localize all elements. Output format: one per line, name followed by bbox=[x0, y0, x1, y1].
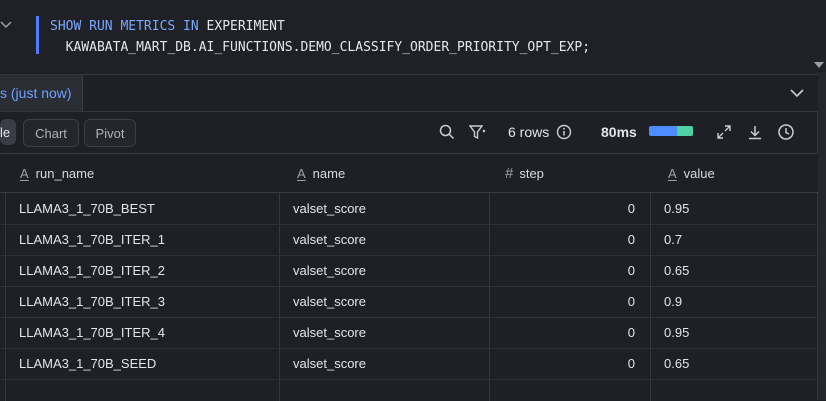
cell-step[interactable]: 0 bbox=[490, 193, 635, 224]
tab-chart[interactable]: Chart bbox=[23, 119, 79, 147]
chevron-down-icon[interactable] bbox=[790, 87, 804, 99]
cell-value[interactable]: 0.95 bbox=[664, 317, 689, 348]
cell-run-name[interactable]: LLAMA3_1_70B_ITER_4 bbox=[19, 317, 165, 348]
cell-name[interactable]: valset_score bbox=[293, 286, 366, 317]
active-statement-marker bbox=[36, 16, 39, 54]
cell-name[interactable]: valset_score bbox=[293, 255, 366, 286]
chevron-down-icon[interactable] bbox=[0, 16, 12, 32]
column-header-label: value bbox=[683, 165, 715, 181]
query-duration: 80ms bbox=[601, 124, 637, 140]
cell-value[interactable]: 0.65 bbox=[664, 348, 689, 379]
cell-run-name[interactable]: LLAMA3_1_70B_BEST bbox=[19, 193, 155, 224]
text-type-icon: A bbox=[297, 165, 306, 181]
cell-run-name[interactable]: LLAMA3_1_70B_ITER_1 bbox=[19, 224, 165, 255]
result-tab-label: s (just now) bbox=[0, 85, 72, 101]
results-header: s (just now) bbox=[0, 74, 818, 112]
sql-editor[interactable]: SHOW RUN METRICS IN EXPERIMENT KAWABATA_… bbox=[0, 0, 826, 70]
info-icon[interactable] bbox=[556, 124, 572, 140]
tab-pivot[interactable]: Pivot bbox=[84, 119, 136, 147]
table-header-row: A run_name A name # step A value bbox=[0, 154, 818, 193]
table-row[interactable]: LLAMA3_1_70B_ITER_3 valset_score 0 0.9 bbox=[0, 286, 818, 318]
result-tab[interactable]: s (just now) bbox=[0, 75, 83, 111]
tab-table-label: le bbox=[0, 124, 11, 140]
table-row[interactable]: LLAMA3_1_70B_ITER_1 valset_score 0 0.7 bbox=[0, 224, 818, 256]
cell-run-name[interactable]: LLAMA3_1_70B_SEED bbox=[19, 348, 156, 379]
rows-count: 6 rows bbox=[508, 124, 550, 140]
cell-run-name[interactable]: LLAMA3_1_70B_ITER_2 bbox=[19, 255, 165, 286]
cell-step[interactable]: 0 bbox=[490, 255, 635, 286]
cell-name[interactable]: valset_score bbox=[293, 348, 366, 379]
results-table: A run_name A name # step A value LLAMA3_… bbox=[0, 153, 818, 401]
cell-run-name[interactable]: LLAMA3_1_70B_ITER_3 bbox=[19, 286, 165, 317]
number-type-icon: # bbox=[505, 164, 514, 182]
cell-value[interactable]: 0.65 bbox=[664, 255, 689, 286]
cell-name[interactable]: valset_score bbox=[293, 193, 366, 224]
duration-bar-segment-primary bbox=[649, 126, 677, 136]
tab-chart-label: Chart bbox=[35, 125, 67, 141]
cell-step[interactable]: 0 bbox=[490, 224, 635, 255]
column-header-run-name[interactable]: A run_name bbox=[20, 154, 94, 192]
results-toolbar: le Chart Pivot 6 rows 80ms bbox=[0, 112, 818, 152]
table-row[interactable]: LLAMA3_1_70B_SEED valset_score 0 0.65 bbox=[0, 348, 818, 380]
cell-value[interactable]: 0.7 bbox=[664, 224, 682, 255]
cell-value[interactable]: 0.95 bbox=[664, 193, 689, 224]
text-type-icon: A bbox=[20, 165, 29, 181]
sql-line-2: KAWABATA_MART_DB.AI_FUNCTIONS.DEMO_CLASS… bbox=[50, 40, 591, 55]
sql-code[interactable]: SHOW RUN METRICS IN EXPERIMENT KAWABATA_… bbox=[50, 16, 590, 58]
cell-step[interactable]: 0 bbox=[490, 317, 635, 348]
cell-name[interactable]: valset_score bbox=[293, 224, 366, 255]
cell-step[interactable]: 0 bbox=[490, 348, 635, 379]
column-header-name[interactable]: A name bbox=[297, 154, 345, 192]
table-row[interactable]: LLAMA3_1_70B_ITER_4 valset_score 0 0.95 bbox=[0, 317, 818, 349]
table-row[interactable]: LLAMA3_1_70B_BEST valset_score 0 0.95 bbox=[0, 193, 818, 225]
column-header-label: run_name bbox=[35, 165, 95, 181]
column-header-label: name bbox=[312, 165, 346, 181]
vertical-scrollbar[interactable] bbox=[817, 72, 826, 400]
column-header-label: step bbox=[519, 165, 544, 181]
cell-value[interactable]: 0.9 bbox=[664, 286, 682, 317]
table-row[interactable]: LLAMA3_1_70B_ITER_2 valset_score 0 0.65 bbox=[0, 255, 818, 287]
cell-name[interactable]: valset_score bbox=[293, 317, 366, 348]
download-icon[interactable] bbox=[747, 124, 763, 140]
sql-identifier: EXPERIMENT bbox=[206, 19, 285, 34]
cell-step[interactable]: 0 bbox=[490, 286, 635, 317]
tab-table[interactable]: le bbox=[0, 119, 16, 145]
column-header-step[interactable]: # step bbox=[505, 154, 544, 192]
scroll-down-arrow-icon[interactable] bbox=[814, 62, 824, 68]
search-icon[interactable] bbox=[439, 124, 455, 140]
duration-bar-segment-secondary bbox=[677, 126, 693, 136]
duration-bar bbox=[649, 126, 693, 136]
filter-icon[interactable] bbox=[469, 124, 486, 140]
history-icon[interactable] bbox=[777, 123, 795, 141]
expand-icon[interactable] bbox=[716, 124, 732, 140]
column-header-value[interactable]: A value bbox=[668, 154, 715, 192]
tab-pivot-label: Pivot bbox=[95, 125, 125, 141]
sql-keyword: SHOW RUN METRICS IN bbox=[50, 19, 207, 34]
text-type-icon: A bbox=[668, 165, 677, 181]
